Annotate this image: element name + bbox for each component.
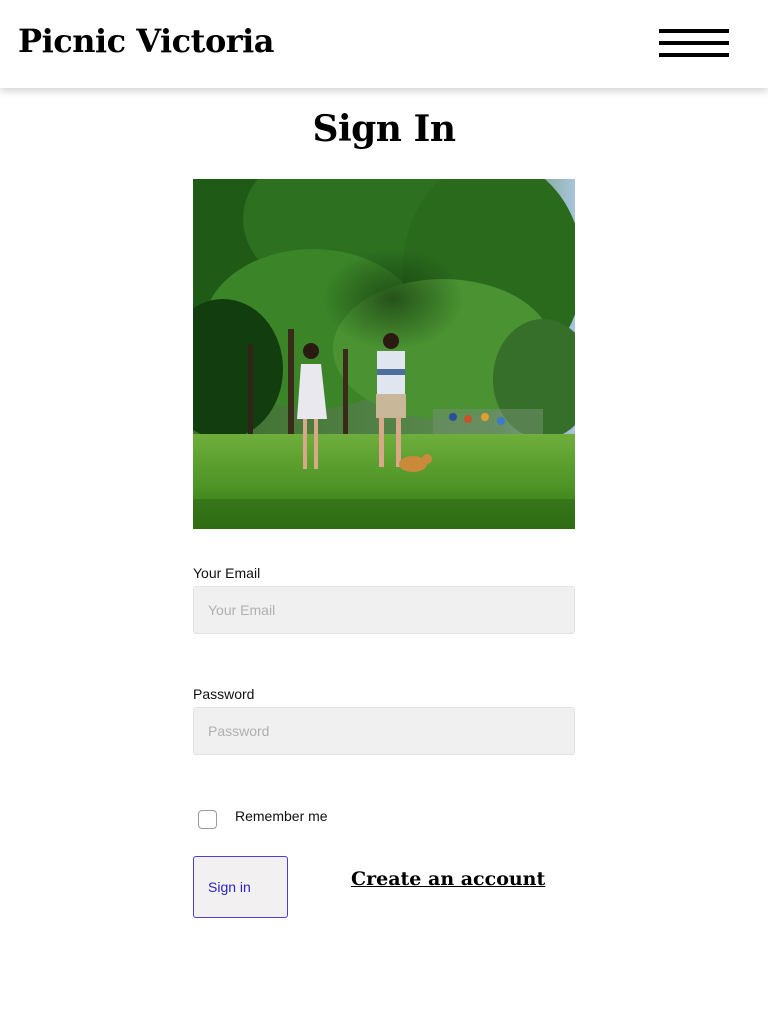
remember-me-checkbox[interactable]: [198, 810, 217, 829]
create-account-link[interactable]: Create an account: [351, 868, 545, 890]
hero-image: [193, 179, 575, 529]
sign-in-button[interactable]: Sign in: [193, 856, 288, 918]
password-label: Password: [193, 686, 255, 702]
brand-logo[interactable]: Picnic Victoria: [18, 22, 275, 60]
email-label: Your Email: [193, 565, 261, 581]
page-title: Sign In: [312, 108, 456, 150]
email-field[interactable]: [193, 586, 575, 634]
remember-me-label: Remember me: [235, 808, 328, 824]
password-field[interactable]: [193, 707, 575, 755]
site-header: Picnic Victoria: [0, 0, 768, 88]
hamburger-menu-icon[interactable]: [658, 27, 730, 61]
